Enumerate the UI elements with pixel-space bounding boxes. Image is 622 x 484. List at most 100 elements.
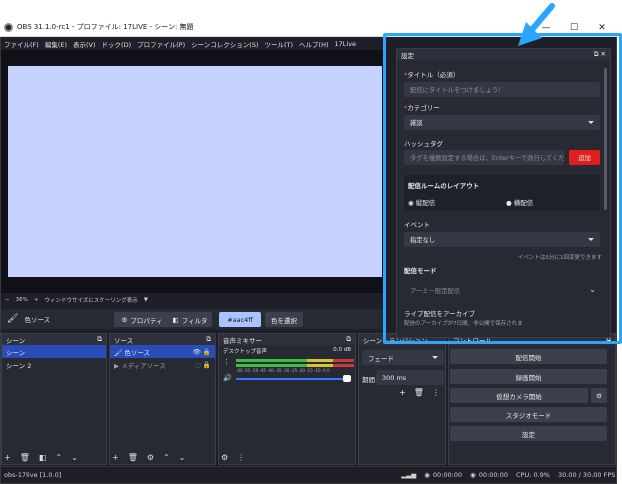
eye-hidden-icon[interactable]: ◌ xyxy=(195,361,201,369)
menu-view[interactable]: 表示(V) xyxy=(73,39,96,49)
scenes-dock: シーン ⧉ シーン シーン 2 + 🗑 ◧ ⌃ ⌄ xyxy=(1,333,107,465)
kebab-icon[interactable]: ⋮ xyxy=(432,388,440,397)
properties-label: プロパティ xyxy=(130,316,163,325)
mixer-title: 音声ミキサー xyxy=(223,336,262,345)
menu-profile[interactable]: プロファイル(P) xyxy=(137,39,185,49)
source-label: 色ソース xyxy=(124,348,151,357)
zoom-value: 36% xyxy=(15,296,28,303)
menu-bar: ファイル(F) 編集(E) 表示(V) ドック(D) プロファイル(P) シーン… xyxy=(1,37,381,50)
mixer-buttons: ⚙ ⋮ xyxy=(221,453,245,462)
scenes-header: シーン ⧉ xyxy=(2,334,106,345)
start-streaming-button[interactable]: 配信開始 xyxy=(450,349,607,364)
trash-icon[interactable]: 🗑 xyxy=(414,388,424,397)
eye-icon[interactable]: 👁 xyxy=(193,348,201,356)
menu-17live[interactable]: 17Live xyxy=(335,40,357,48)
source-label: メディアソース xyxy=(121,361,166,370)
down-icon[interactable]: ⌄ xyxy=(71,453,78,462)
record-time: 00:00:00 xyxy=(432,471,463,479)
source-item[interactable]: 🖌 色ソース 👁 🔒 xyxy=(110,345,215,358)
scene-item[interactable]: シーン 2 xyxy=(2,358,106,371)
zoom-in-icon[interactable]: + xyxy=(34,297,39,303)
status-bar: obs-17live [1.0.0] ▂▃▅ ◉ 00:00:00 ◉ 00:0… xyxy=(1,466,616,483)
menu-scene-collection[interactable]: シーンコレクション(S) xyxy=(191,39,258,49)
transition-select[interactable]: フェード xyxy=(362,350,444,365)
arrow-icon xyxy=(518,3,555,46)
lock-icon[interactable]: 🔒 xyxy=(203,361,211,369)
fps-readout: 30.00 / 30.00 FPS xyxy=(558,471,616,479)
scene-item[interactable]: シーン xyxy=(2,345,106,358)
filters-label: フィルタ xyxy=(181,316,208,325)
zoom-bar: − 36% + ウィンドウサイズにスケーリング表示 ▼ xyxy=(1,294,381,305)
add-icon[interactable]: + xyxy=(4,453,11,462)
volume-handle[interactable] xyxy=(343,375,351,382)
app-icon xyxy=(4,23,13,32)
transition-buttons: + 🗑 ⋮ xyxy=(399,388,440,397)
sources-dock: ソース ⧉ 🖌 色ソース 👁 🔒 ▶ メディアソース ◌ 🔒 + 🗑 ⚙ ⌃ ⌄ xyxy=(109,333,216,465)
window-title: OBS 31.1.0-rc1 - プロファイル: 17LIVE - シーン: 無… xyxy=(17,23,194,31)
gear-icon[interactable]: ⚙ xyxy=(221,453,228,462)
highlight-frame xyxy=(383,33,622,344)
chevron-down-icon[interactable]: ▼ xyxy=(144,297,148,303)
selected-source-name: 色ソース xyxy=(24,316,51,324)
duration-spinbox[interactable]: 300 ms xyxy=(376,370,444,385)
meter-scale: -60 -55 -50 -45 -40 -35 -30 -25 -20 -15 … xyxy=(236,368,330,373)
cpu-usage: CPU: 0.9% xyxy=(516,471,550,479)
down-icon[interactable]: ⌄ xyxy=(179,453,186,462)
mixer-channel-row: デスクトップ音声 0.0 dB xyxy=(219,345,355,357)
level-meter xyxy=(236,359,354,362)
scenes-title: シーン xyxy=(6,336,26,345)
menu-dock[interactable]: ドック(D) xyxy=(102,39,132,49)
menu-edit[interactable]: 編集(E) xyxy=(45,39,67,49)
volume-slider[interactable] xyxy=(236,378,346,380)
pick-color-button[interactable]: 色を選択 xyxy=(265,312,303,327)
lock-icon[interactable]: 🔒 xyxy=(203,348,211,356)
trash-icon[interactable]: 🗑 xyxy=(20,453,30,462)
trash-icon[interactable]: 🗑 xyxy=(128,453,138,462)
sources-header: ソース ⧉ xyxy=(110,334,215,345)
channel-name: デスクトップ音声 xyxy=(223,349,268,355)
undock-icon[interactable]: ⧉ xyxy=(97,335,102,344)
speaker-icon[interactable]: 🔊 xyxy=(223,374,232,382)
settings-button[interactable]: 設定 xyxy=(450,426,607,441)
version-label: obs-17live [1.0.0] xyxy=(4,471,62,479)
gear-icon: ⚙ xyxy=(596,391,602,400)
filters-button[interactable]: ◧ フィルタ xyxy=(168,312,212,327)
brush-icon: 🖌 xyxy=(7,314,19,324)
add-icon[interactable]: + xyxy=(112,453,119,462)
up-icon[interactable]: ⌃ xyxy=(163,453,170,462)
channel-db: 0.0 dB xyxy=(333,347,351,353)
gear-icon[interactable]: ⚙ xyxy=(147,453,154,462)
kebab-icon[interactable]: ⋮ xyxy=(237,453,245,462)
record-icon: ◉ xyxy=(424,471,430,479)
gear-icon: ⚙ xyxy=(121,315,128,324)
preview-canvas[interactable] xyxy=(8,66,382,277)
add-icon[interactable]: + xyxy=(399,388,406,397)
kebab-icon[interactable]: ⋮ xyxy=(223,358,230,366)
start-virtual-camera-button[interactable]: 仮想カメラ開始 xyxy=(450,388,588,403)
menu-help[interactable]: ヘルプ(H) xyxy=(299,39,328,49)
stream-time: 00:00:00 xyxy=(478,471,508,479)
brush-icon: 🖌 xyxy=(114,348,125,357)
menu-file[interactable]: ファイル(F) xyxy=(4,39,39,49)
studio-mode-button[interactable]: スタジオモード xyxy=(450,407,607,422)
virtual-camera-settings-button[interactable]: ⚙ xyxy=(591,388,607,403)
menu-tools[interactable]: ツール(T) xyxy=(264,39,293,49)
properties-button[interactable]: ⚙ プロパティ xyxy=(114,312,170,327)
zoom-out-icon[interactable]: − xyxy=(5,297,10,303)
mixer-header: 音声ミキサー ⧉ xyxy=(219,334,355,345)
start-recording-button[interactable]: 録画開始 xyxy=(450,369,607,384)
undock-icon[interactable]: ⧉ xyxy=(206,335,211,344)
stream-icon: ◉ xyxy=(470,471,476,479)
undock-icon[interactable]: ⧉ xyxy=(346,335,351,344)
filter-icon[interactable]: ◧ xyxy=(39,453,47,462)
up-icon[interactable]: ⌃ xyxy=(55,453,62,462)
filter-icon: ◧ xyxy=(172,315,179,324)
scene-buttons: + 🗑 ◧ ⌃ ⌄ xyxy=(4,453,78,462)
transitions-dock: シーントランジション フェード 期間 300 ms + 🗑 ⋮ xyxy=(358,333,446,465)
level-meter xyxy=(236,364,354,367)
sources-title: ソース xyxy=(114,336,134,345)
audio-mixer-dock: 音声ミキサー ⧉ デスクトップ音声 0.0 dB -60 -55 -50 -45 … xyxy=(218,333,356,465)
color-value-swatch: #aac4ff xyxy=(219,312,261,327)
signal-icon: ▂▃▅ xyxy=(401,471,417,479)
source-item[interactable]: ▶ メディアソース ◌ 🔒 xyxy=(110,358,215,371)
